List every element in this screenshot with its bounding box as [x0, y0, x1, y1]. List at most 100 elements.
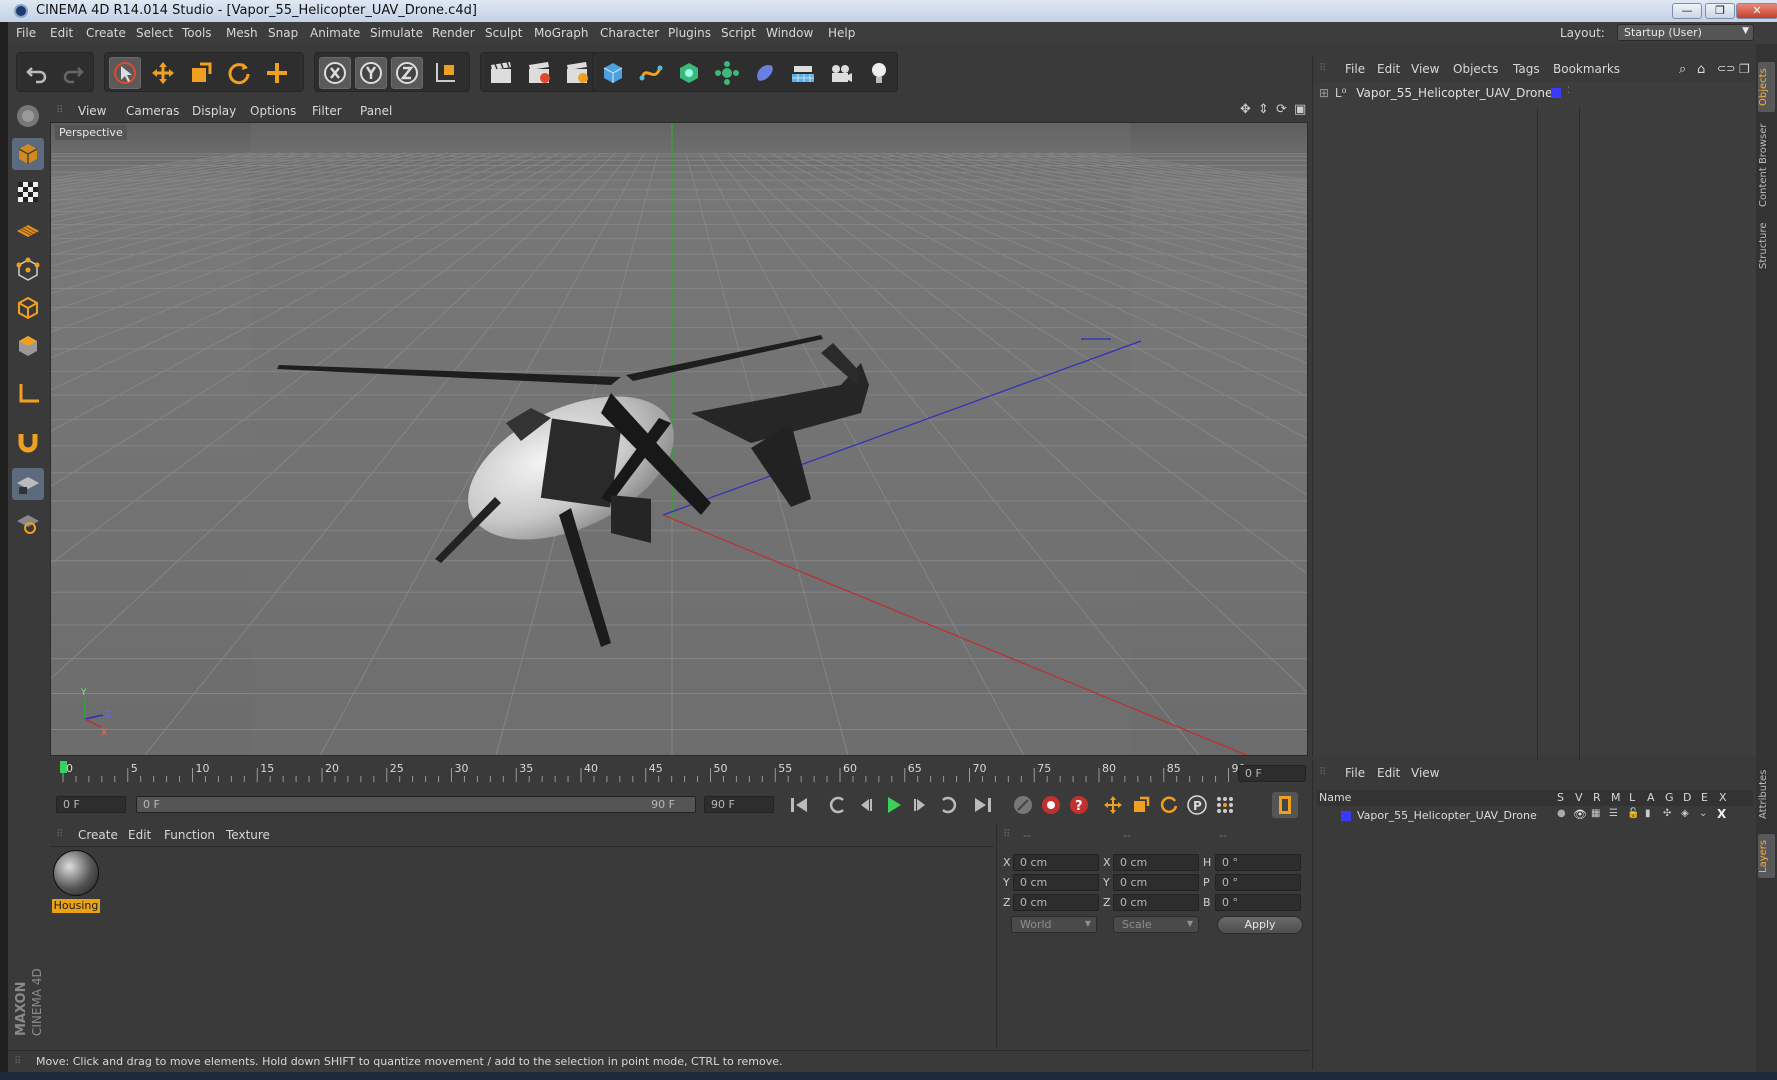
new-window-icon[interactable]: ❐: [1739, 62, 1750, 76]
viewport-maximize-icon[interactable]: ▣: [1294, 102, 1306, 117]
restore-button[interactable]: ❐: [1705, 3, 1735, 19]
key-position-button[interactable]: [1100, 792, 1126, 818]
menu-edit[interactable]: Edit: [50, 26, 73, 40]
key-scale-button[interactable]: [1128, 792, 1154, 818]
tab-objects[interactable]: Objects: [1758, 62, 1775, 112]
rot-b-field[interactable]: 0 °: [1215, 894, 1301, 911]
add-nurbs-button[interactable]: [673, 57, 705, 89]
material-menu-create[interactable]: Create: [78, 828, 118, 842]
objects-menu-bookmarks[interactable]: Bookmarks: [1553, 62, 1620, 76]
render-picture-viewer-button[interactable]: [523, 57, 555, 89]
key-rotation-button[interactable]: [1156, 792, 1182, 818]
start-frame-field[interactable]: 0 F: [56, 796, 126, 813]
make-editable-button[interactable]: [12, 100, 44, 132]
generators-icon[interactable]: ✣: [1663, 808, 1671, 819]
axis-mode-button[interactable]: [12, 378, 44, 410]
z-axis-lock-button[interactable]: [391, 57, 423, 89]
menu-mesh[interactable]: Mesh: [226, 26, 258, 40]
viewport-pan-icon[interactable]: ✥: [1240, 102, 1251, 117]
play-button[interactable]: [880, 792, 906, 818]
go-to-start-button[interactable]: [786, 792, 812, 818]
add-cube-button[interactable]: [597, 57, 629, 89]
layout-dropdown[interactable]: Startup (User) ▼: [1617, 24, 1754, 41]
current-frame-field[interactable]: 0 F: [1238, 765, 1306, 782]
material-menu-function[interactable]: Function: [164, 828, 215, 842]
material-menu-texture[interactable]: Texture: [226, 828, 270, 842]
go-to-end-button[interactable]: [970, 792, 996, 818]
apply-button[interactable]: Apply: [1217, 916, 1303, 934]
manager-icon[interactable]: ☰: [1609, 808, 1618, 819]
layers-menu-view[interactable]: View: [1411, 766, 1439, 780]
texture-mode-button[interactable]: [12, 176, 44, 208]
coordinate-mode-dropdown[interactable]: World ▼: [1011, 916, 1097, 933]
menu-render[interactable]: Render: [432, 26, 475, 40]
model-mode-button[interactable]: [12, 138, 44, 170]
menu-script[interactable]: Script: [721, 26, 756, 40]
frame-range-slider[interactable]: 0 F 90 F: [136, 796, 696, 813]
render-settings-button[interactable]: [561, 57, 593, 89]
rotate-tool-button[interactable]: [223, 57, 255, 89]
scale-tool-button[interactable]: [185, 57, 217, 89]
recent-tools-button[interactable]: [261, 57, 293, 89]
viewport-menu-filter[interactable]: Filter: [312, 104, 342, 118]
autokeying-button[interactable]: [1038, 792, 1064, 818]
close-button[interactable]: ✕: [1736, 3, 1777, 19]
coordinate-system-button[interactable]: [429, 57, 461, 89]
timeline-window-button[interactable]: [1272, 792, 1298, 818]
previous-key-button[interactable]: [824, 792, 850, 818]
viewport-zoom-icon[interactable]: ⇕: [1258, 102, 1269, 117]
viewport-menu-options[interactable]: Options: [250, 104, 296, 118]
objects-menu-edit[interactable]: Edit: [1377, 62, 1400, 76]
material-menu-edit[interactable]: Edit: [128, 828, 151, 842]
link-icon[interactable]: ⊂⊃: [1717, 62, 1735, 75]
minimize-button[interactable]: —: [1672, 3, 1702, 19]
size-z-field[interactable]: 0 cm: [1113, 894, 1199, 911]
key-parameter-button[interactable]: P: [1184, 792, 1210, 818]
pos-y-field[interactable]: 0 cm: [1013, 874, 1099, 891]
size-x-field[interactable]: 0 cm: [1113, 854, 1199, 871]
render-icon[interactable]: ▦: [1591, 808, 1600, 819]
layers-menu-edit[interactable]: Edit: [1377, 766, 1400, 780]
viewport-rotate-icon[interactable]: ⟳: [1276, 102, 1287, 117]
pos-z-field[interactable]: 0 cm: [1013, 894, 1099, 911]
viewport-menu-panel[interactable]: Panel: [360, 104, 392, 118]
solo-icon[interactable]: ●: [1557, 808, 1566, 819]
tab-attributes[interactable]: Attributes: [1758, 764, 1775, 824]
add-spline-button[interactable]: [635, 57, 667, 89]
eye-icon[interactable]: 👁: [1573, 808, 1587, 821]
lock-icon[interactable]: 🔓: [1627, 808, 1639, 819]
workplane-mode-button[interactable]: [12, 214, 44, 246]
add-deformer-button[interactable]: [749, 57, 781, 89]
xref-icon[interactable]: X: [1717, 807, 1726, 821]
tab-structure[interactable]: Structure: [1758, 216, 1775, 276]
object-row[interactable]: ⊞ L⁰ Vapor_55_Helicopter_UAV_Drone ⁚: [1319, 86, 1570, 102]
next-key-button[interactable]: [936, 792, 962, 818]
objects-menu-view[interactable]: View: [1411, 62, 1439, 76]
layers-menu-file[interactable]: File: [1345, 766, 1365, 780]
workplane-lock-button[interactable]: [12, 468, 44, 500]
viewport-menu-view[interactable]: View: [78, 104, 106, 118]
menu-select[interactable]: Select: [136, 26, 173, 40]
menu-file[interactable]: File: [16, 26, 36, 40]
expand-icon[interactable]: ⊞: [1319, 86, 1329, 100]
locked-workplane-button[interactable]: [12, 506, 44, 538]
previous-frame-button[interactable]: [852, 792, 878, 818]
objects-menu-tags[interactable]: Tags: [1513, 62, 1540, 76]
tab-layers[interactable]: Layers: [1758, 834, 1775, 878]
add-floor-button[interactable]: [787, 57, 819, 89]
expressions-icon[interactable]: ⌄: [1699, 808, 1707, 819]
key-pla-button[interactable]: [1212, 792, 1238, 818]
menu-simulate[interactable]: Simulate: [370, 26, 423, 40]
search-icon[interactable]: ⌕: [1679, 62, 1686, 77]
y-axis-lock-button[interactable]: [355, 57, 387, 89]
timeline-ruler[interactable]: 051015202530354045505560657075808590 0 F: [50, 756, 1308, 786]
rot-h-field[interactable]: 0 °: [1215, 854, 1301, 871]
edges-mode-button[interactable]: [12, 292, 44, 324]
rot-p-field[interactable]: 0 °: [1215, 874, 1301, 891]
add-array-button[interactable]: [711, 57, 743, 89]
deformers-icon[interactable]: ◈: [1681, 808, 1689, 819]
live-selection-button[interactable]: [109, 57, 141, 89]
keyframe-selection-button[interactable]: ?: [1066, 792, 1092, 818]
material-housing[interactable]: Housing: [50, 847, 102, 915]
menu-animate[interactable]: Animate: [310, 26, 360, 40]
